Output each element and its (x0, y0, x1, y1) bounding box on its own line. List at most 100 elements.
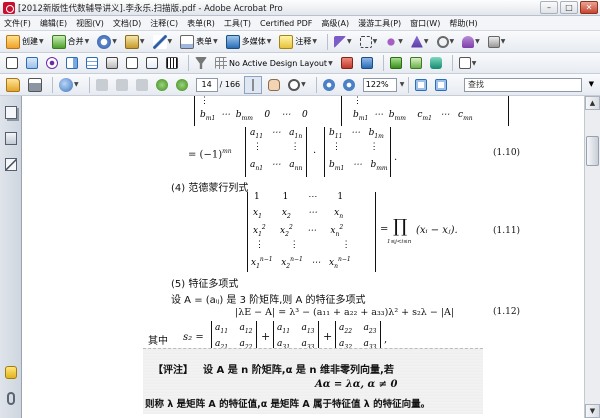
comment-icon (279, 34, 294, 49)
more-tools-button[interactable]: ▼ (486, 33, 508, 51)
fit-width-button[interactable] (433, 76, 449, 94)
signature-field-icon (146, 57, 158, 69)
edit-object-button[interactable]: ▼ (383, 33, 405, 51)
forms-button[interactable]: 表单 ▼ (178, 33, 220, 51)
secure-button[interactable]: ▼ (123, 33, 147, 51)
layout-option-button[interactable] (339, 54, 355, 72)
menu-view[interactable]: 视图(V) (76, 18, 104, 29)
menu-comments[interactable]: 注释(C) (150, 18, 178, 29)
scrollbar-thumb[interactable] (586, 136, 599, 166)
checkbox-tool-button[interactable] (24, 54, 40, 72)
pen-icon (152, 34, 167, 49)
toolbar-separator (327, 33, 328, 50)
comment-button[interactable]: 注释 ▼ (277, 33, 319, 51)
cut-button[interactable] (94, 76, 110, 94)
pages-panel-icon[interactable] (5, 106, 17, 119)
remark-line-2: Aα = λα, α ≠ 0 (315, 379, 398, 390)
scroll-up-arrow-icon[interactable]: ▲ (585, 96, 600, 110)
layout-option-button-2[interactable] (359, 54, 375, 72)
create-button[interactable]: 创建 ▼ (4, 33, 46, 51)
toolbar-separator (315, 76, 317, 93)
menu-advanced[interactable]: 高级(A) (321, 18, 349, 29)
remark-label: 【评注】 (153, 365, 193, 376)
button-tool-button[interactable] (104, 54, 120, 72)
chevron-down-icon: ▼ (84, 38, 90, 45)
bookmarks-panel-icon[interactable] (5, 132, 17, 145)
copy-icon (115, 78, 128, 91)
equation-number-1-12: (1.12) (493, 307, 521, 317)
open-button[interactable] (4, 76, 22, 94)
paste-icon (135, 78, 148, 91)
determinant-bar (324, 127, 326, 177)
combo-tool-button[interactable] (64, 54, 80, 72)
menu-window[interactable]: 窗口(W) (410, 18, 440, 29)
mail-button[interactable] (408, 54, 424, 72)
combine-files-icon (51, 34, 66, 49)
email-button[interactable]: ▼ (57, 76, 81, 94)
zoom-level-input[interactable]: 122% (362, 77, 397, 92)
text-tool-button[interactable]: ▼ (409, 33, 431, 51)
menu-tools[interactable]: 工具(T) (224, 18, 251, 29)
scroll-down-arrow-icon[interactable]: ▼ (585, 404, 600, 418)
next-page-button[interactable] (174, 76, 190, 94)
paste-button[interactable] (134, 76, 150, 94)
s2-det3-row1: a22 a23 (339, 323, 377, 335)
close-button[interactable]: ✕ (580, 1, 598, 14)
multimedia-button[interactable]: 多媒体 ▼ (224, 33, 274, 51)
page-options-button[interactable]: ▼ (457, 54, 479, 72)
menu-bar: 文件(F) 编辑(E) 视图(V) 文档(D) 注释(C) 表单(R) 工具(T… (0, 16, 600, 31)
vertical-scrollbar[interactable]: ▲ ▼ (584, 96, 600, 418)
chevron-down-icon[interactable]: ▼ (400, 81, 405, 88)
menu-edit[interactable]: 编辑(E) (40, 18, 67, 29)
edit-object-icon (385, 35, 398, 48)
barcode-tool-button[interactable] (164, 54, 180, 72)
zoom-in-button[interactable] (341, 76, 357, 94)
radio-icon (46, 57, 58, 69)
sign-button[interactable]: ▼ (151, 33, 175, 51)
design-layout-dropdown[interactable]: No Active Design Layout ▼ (215, 55, 333, 72)
attachments-panel-icon[interactable] (7, 392, 15, 405)
matrix-b-row2: ⋮ ⋮ (332, 142, 379, 152)
stamp-icon (462, 35, 475, 48)
menu-help[interactable]: 帮助(H) (449, 18, 477, 29)
marquee-icon (359, 35, 372, 48)
signature-tool-button[interactable] (144, 54, 160, 72)
chevron-down-icon[interactable]: ▼ (589, 80, 594, 88)
list-tool-button[interactable] (84, 54, 100, 72)
dot-operator: · (313, 148, 317, 159)
link-tool-button[interactable]: ▼ (435, 33, 457, 51)
combine-button[interactable]: 合并 ▼ (50, 33, 92, 51)
filter-button[interactable] (193, 54, 209, 72)
signatures-panel-icon[interactable] (5, 158, 17, 171)
search-input[interactable]: 查找 (464, 78, 582, 92)
menu-certified-pdf[interactable]: Certified PDF (260, 19, 312, 28)
select-text-tool-button[interactable] (244, 75, 263, 94)
select-object-button[interactable] (4, 54, 20, 72)
minimize-button[interactable]: – (540, 1, 558, 14)
maximize-button[interactable]: □ (560, 1, 578, 14)
hand-tool-button[interactable] (266, 76, 282, 94)
prev-page-button[interactable] (154, 76, 170, 94)
menu-file[interactable]: 文件(F) (4, 18, 31, 29)
green-action-button[interactable] (388, 54, 404, 72)
comments-panel-icon[interactable] (5, 366, 17, 379)
chevron-down-icon: ▼ (139, 38, 145, 45)
menu-forms[interactable]: 表单(R) (187, 18, 215, 29)
textfield-tool-button[interactable] (124, 54, 140, 72)
menu-document[interactable]: 文档(D) (113, 18, 141, 29)
zoom-tool-button[interactable]: ▼ (286, 76, 308, 94)
radio-tool-button[interactable] (44, 54, 60, 72)
funnel-icon (195, 57, 207, 69)
marquee-tool-button[interactable]: ▼ (358, 33, 380, 51)
select-tool-button[interactable]: ▼ (332, 33, 354, 51)
share-button[interactable]: ▼ (95, 33, 119, 51)
teal-action-button[interactable] (428, 54, 444, 72)
stamp-tool-button[interactable]: ▼ (460, 33, 482, 51)
fit-page-button[interactable] (413, 76, 429, 94)
print-button[interactable] (26, 76, 44, 94)
zoom-out-button[interactable] (321, 76, 337, 94)
page-number-input[interactable]: 14 (195, 77, 218, 92)
copy-button[interactable] (114, 76, 130, 94)
menu-roaming-tools[interactable]: 漫游工具(P) (358, 18, 401, 29)
document-view: ⋮ bm1 ⋯ bmm 0 ⋯ 0 ⋮ bm1 ⋯ bmm cm1 ⋯ cmn … (23, 96, 584, 418)
